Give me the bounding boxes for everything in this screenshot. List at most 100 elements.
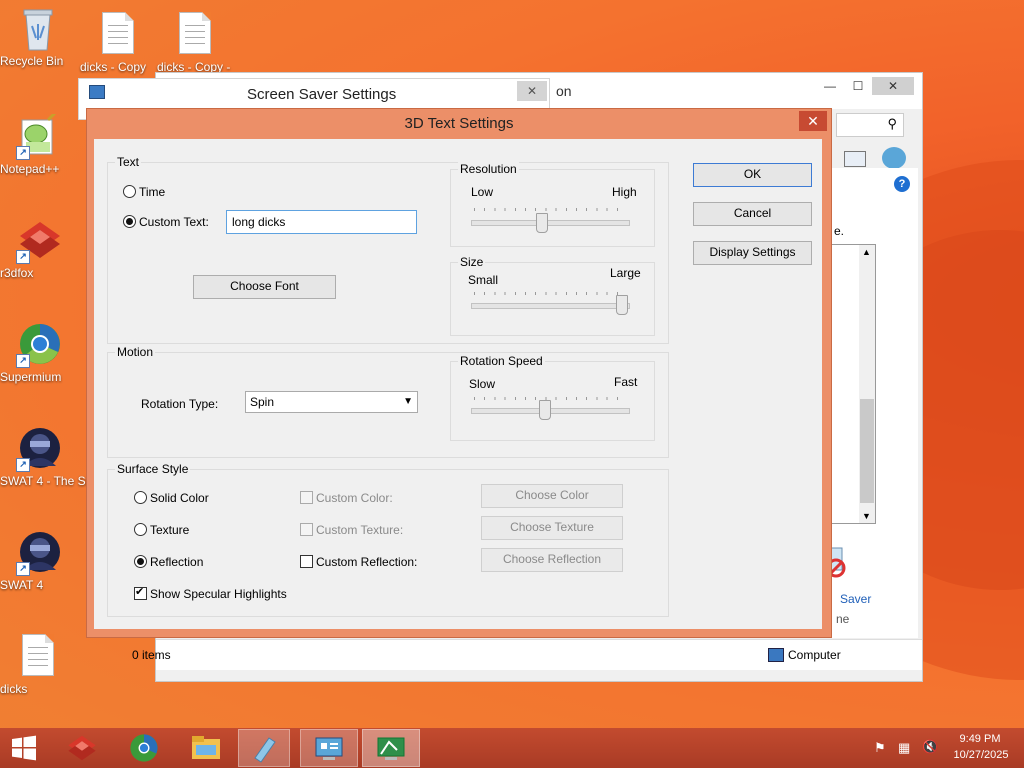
desktop-icon-notepadpp[interactable]: ↗ Notepad++	[0, 110, 76, 176]
taskbar-screen-saver[interactable]	[362, 729, 420, 767]
swat4-icon: ↗	[16, 426, 60, 472]
taskbar-control-panel[interactable]	[300, 729, 358, 767]
group-title: Rotation Speed	[458, 354, 545, 368]
custom-text-radio[interactable]	[123, 215, 136, 228]
resolution-slider-track[interactable]	[471, 220, 630, 226]
choose-texture-button[interactable]: Choose Texture	[481, 516, 623, 540]
desktop-icon-label: Notepad++	[0, 162, 60, 176]
shortcut-arrow-icon: ↗	[16, 562, 30, 576]
texture-radio[interactable]	[134, 523, 147, 536]
resolution-slider-thumb[interactable]	[536, 213, 548, 233]
help-icon[interactable]: ?	[894, 176, 910, 192]
size-slider-thumb[interactable]	[616, 295, 628, 315]
start-button[interactable]	[0, 729, 48, 767]
action-center-flag-icon[interactable]: ⚑	[874, 740, 886, 756]
size-slider-track[interactable]	[471, 303, 630, 309]
screen-saver-icon	[377, 737, 405, 760]
reflection-radio[interactable]	[134, 555, 147, 568]
desktop-icon-label: Supermium	[0, 370, 62, 384]
choose-font-button[interactable]: Choose Font	[193, 275, 336, 299]
show-specular-label[interactable]: Show Specular Highlights	[150, 587, 287, 601]
shortcut-arrow-icon: ↗	[16, 354, 30, 368]
close-button[interactable]: ✕	[799, 111, 827, 131]
windows-logo-icon	[12, 735, 36, 761]
taskbar: ⚑ ▦ 🔇 9:49 PM 10/27/2025	[0, 728, 1024, 768]
scroll-down-icon[interactable]: ▼	[862, 511, 871, 521]
minimize-button[interactable]: —	[816, 77, 844, 95]
scrollbar[interactable]: ▲ ▼	[859, 245, 875, 523]
clock-date[interactable]: 10/27/2025	[946, 749, 1016, 761]
search-input[interactable]: ⚲	[836, 113, 904, 137]
notepadpp-icon: ↗	[16, 110, 58, 160]
desktop-icon-dicks-copy-2[interactable]: dicks - Copy -	[157, 12, 233, 74]
recycle-bin-icon	[18, 6, 58, 51]
rotation-fast-label: Fast	[614, 375, 638, 389]
scroll-up-icon[interactable]: ▲	[862, 247, 871, 257]
maximize-button[interactable]: ☐	[844, 77, 872, 95]
choose-reflection-button[interactable]: Choose Reflection	[481, 548, 623, 572]
view-icon[interactable]	[844, 151, 866, 167]
ok-button[interactable]: OK	[693, 163, 812, 187]
desktop-icon-recycle-bin[interactable]: Recycle Bin	[0, 6, 76, 68]
computer-icon	[768, 648, 784, 662]
group-title: Size	[458, 255, 486, 269]
taskbar-notepad[interactable]	[238, 729, 290, 767]
group-title: Surface Style	[115, 462, 191, 476]
group-title: Resolution	[458, 162, 519, 176]
display-settings-button[interactable]: Display Settings	[693, 241, 812, 265]
status-location: Computer	[788, 648, 841, 662]
volume-muted-icon[interactable]: 🔇	[922, 739, 938, 755]
taskbar-supermium[interactable]	[118, 729, 170, 767]
desktop-icon-supermium[interactable]: ↗ Supermium	[0, 322, 76, 384]
custom-color-label: Custom Color:	[316, 491, 393, 505]
time-label[interactable]: Time	[139, 185, 165, 199]
desktop-icon-swat4[interactable]: ↗ SWAT 4	[0, 530, 76, 592]
show-specular-checkbox[interactable]	[134, 585, 147, 600]
scroll-thumb[interactable]	[860, 399, 874, 503]
group-title: Text	[115, 155, 142, 169]
desktop-icon-r3dfox[interactable]: ↗ r3dfox	[0, 218, 76, 280]
rotation-type-value: Spin	[250, 395, 275, 409]
text-document-icon	[175, 12, 215, 56]
custom-reflection-label[interactable]: Custom Reflection:	[316, 555, 417, 569]
status-item-count: 0 items	[132, 648, 171, 662]
close-button[interactable]: ✕	[872, 77, 914, 95]
custom-color-checkbox[interactable]	[300, 491, 313, 504]
solid-color-radio[interactable]	[134, 491, 147, 504]
folder-icon	[192, 736, 220, 759]
reflection-label[interactable]: Reflection	[150, 555, 203, 569]
custom-texture-label: Custom Texture:	[316, 523, 404, 537]
desktop-icon-dicks-copy[interactable]: dicks - Copy	[80, 12, 156, 74]
texture-label[interactable]: Texture	[150, 523, 189, 537]
network-icon[interactable]: ▦	[898, 740, 910, 756]
explorer-title: on	[556, 83, 572, 99]
clock-time[interactable]: 9:49 PM	[950, 733, 1010, 745]
custom-text-label[interactable]: Custom Text:	[139, 215, 209, 229]
custom-reflection-checkbox[interactable]	[300, 555, 313, 568]
choose-color-button[interactable]: Choose Color	[481, 484, 623, 508]
rotation-speed-group: Rotation Speed	[450, 354, 655, 441]
side-text: ne	[836, 612, 850, 626]
taskbar-file-explorer[interactable]	[180, 729, 232, 767]
solid-color-label[interactable]: Solid Color	[150, 491, 209, 505]
desktop-icon-swat4-stetchkov[interactable]: ↗ SWAT 4 - The Stetchkov S...	[0, 426, 152, 488]
screen-saver-app-icon	[89, 85, 105, 99]
desktop-icon-label: dicks - Copy	[80, 60, 147, 74]
screen-saver-link[interactable]: Saver	[840, 592, 871, 606]
notepad-icon	[254, 737, 276, 763]
time-radio[interactable]	[123, 185, 136, 198]
rotation-speed-slider-thumb[interactable]	[539, 400, 551, 420]
control-panel-icon[interactable]	[882, 147, 906, 169]
desktop-icon-dicks[interactable]: dicks	[0, 634, 76, 696]
custom-text-input[interactable]: long dicks	[226, 210, 417, 234]
shortcut-arrow-icon: ↗	[16, 458, 30, 472]
rotation-type-select[interactable]: Spin ▼	[245, 391, 418, 413]
size-small-label: Small	[468, 273, 499, 287]
desktop-icon-label: Recycle Bin	[0, 54, 64, 68]
swat4-icon: ↗	[16, 530, 60, 576]
text3d-settings-dialog[interactable]: 3D Text Settings ✕ Text Time Custom Text…	[86, 108, 832, 638]
cancel-button[interactable]: Cancel	[693, 202, 812, 226]
taskbar-r3dfox[interactable]	[56, 729, 108, 767]
close-button[interactable]: ✕	[517, 81, 547, 101]
custom-texture-checkbox[interactable]	[300, 523, 313, 536]
